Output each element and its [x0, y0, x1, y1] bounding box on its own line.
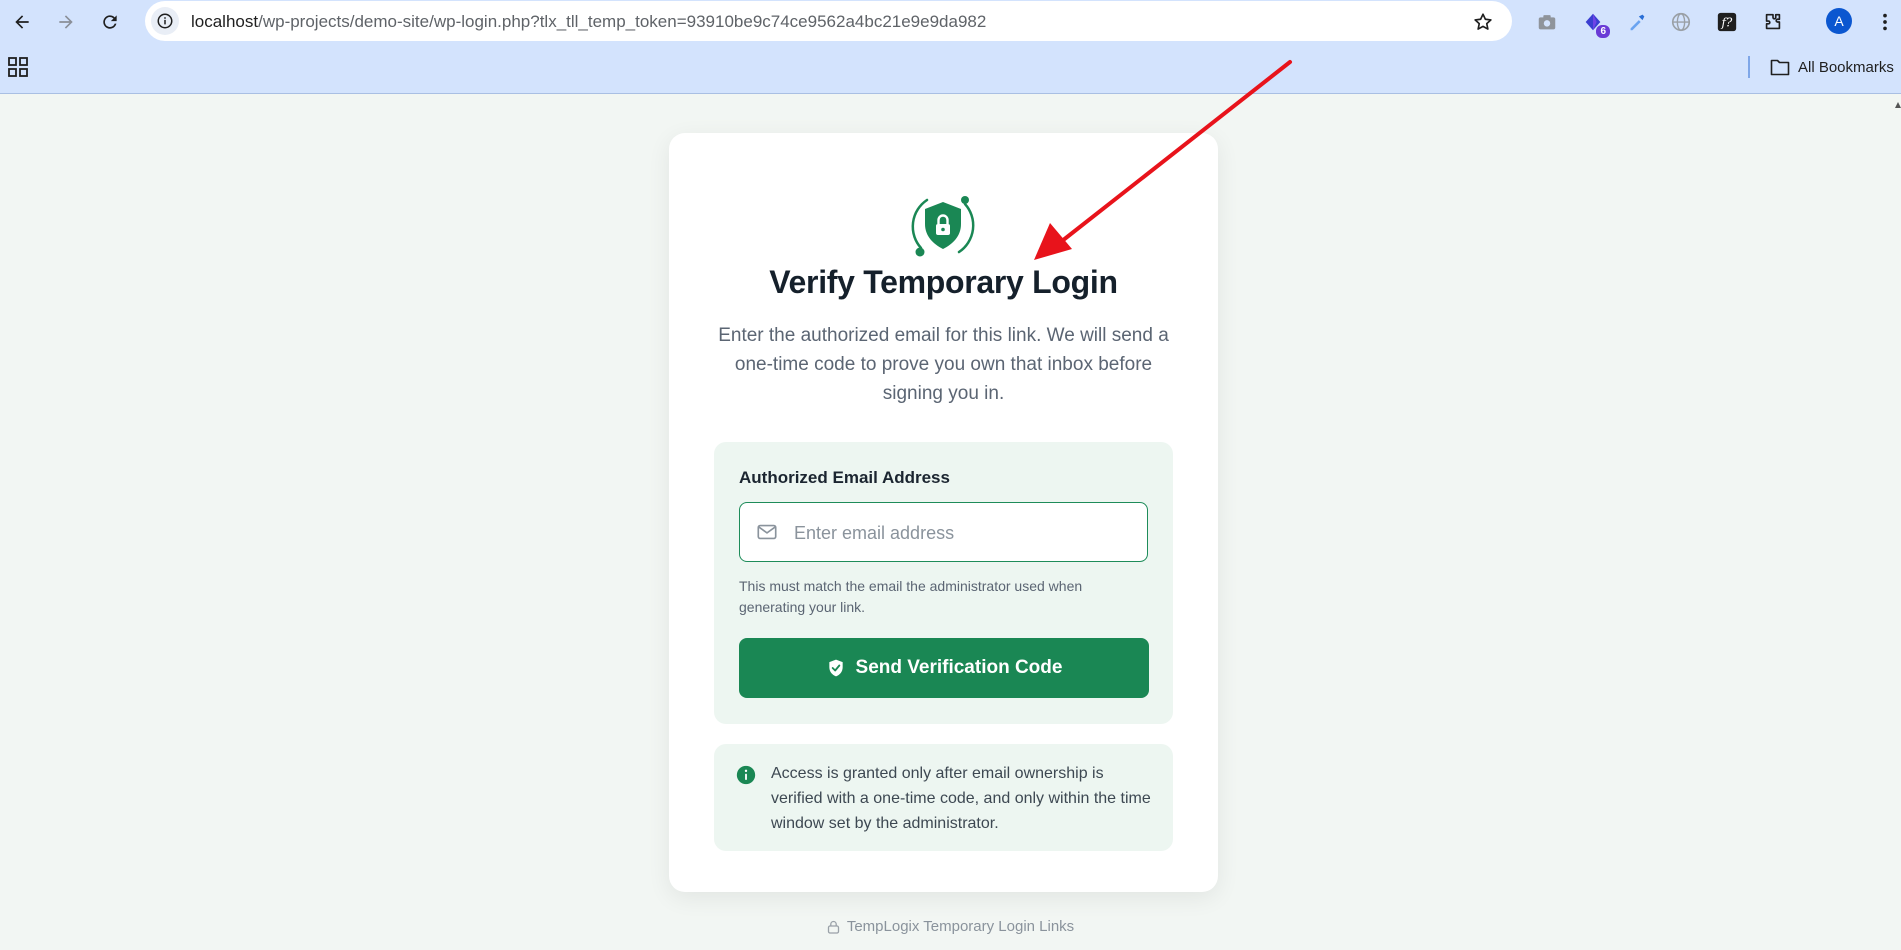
all-bookmarks-button[interactable]: All Bookmarks: [1770, 56, 1894, 78]
address-bar[interactable]: localhost/wp-projects/demo-site/wp-login…: [145, 1, 1512, 41]
url-path: /wp-projects/demo-site/wp-login.php?tlx_…: [258, 12, 987, 31]
annotation-arrow: [1034, 60, 1292, 260]
browser-chrome: localhost/wp-projects/demo-site/wp-login…: [0, 0, 1901, 94]
forward-button[interactable]: [52, 8, 80, 36]
email-hint: This must match the email the administra…: [739, 578, 1083, 615]
shield-check-icon: [828, 659, 843, 677]
mail-icon: [757, 524, 777, 540]
email-field-label: Authorized Email Address: [739, 468, 950, 487]
scrollbar-arrow-icon[interactable]: [1895, 100, 1901, 108]
page-subtitle: Enter the authorized email for this link…: [718, 325, 1169, 404]
email-input[interactable]: [792, 515, 1136, 551]
font-icon: f?: [1717, 12, 1737, 32]
back-button[interactable]: [8, 8, 36, 36]
puzzle-icon: [1765, 13, 1781, 30]
apps-grid-icon[interactable]: [8, 57, 28, 77]
all-bookmarks-label: All Bookmarks: [1798, 58, 1894, 76]
bookmarks-separator: [1748, 56, 1750, 78]
access-info-text: Access is granted only after email owner…: [771, 765, 1151, 832]
site-info-button[interactable]: [151, 7, 179, 35]
font-extension-button[interactable]: f?: [1714, 9, 1740, 35]
arrow-left-icon: [15, 15, 29, 29]
footer-text: TempLogix Temporary Login Links: [846, 918, 1075, 935]
lock-icon: [827, 920, 839, 934]
reload-icon: [103, 15, 117, 29]
profile-avatar[interactable]: A: [1826, 8, 1852, 34]
info-icon: [157, 13, 173, 29]
eyedropper-extension-button[interactable]: [1624, 9, 1650, 35]
globe-extension-button[interactable]: [1668, 9, 1694, 35]
kebab-menu-icon: [1883, 13, 1887, 31]
shield-lock-icon: [911, 196, 975, 257]
send-button-label: Send Verification Code: [855, 657, 1063, 678]
page-footer: TempLogix Temporary Login Links: [0, 918, 1901, 935]
menu-button[interactable]: [1872, 9, 1898, 35]
camera-icon: [1538, 15, 1556, 30]
email-form: Authorized Email Address This must match…: [714, 442, 1173, 724]
url-host: localhost: [191, 12, 259, 31]
info-circle-icon: [736, 765, 756, 785]
arrow-right-icon: [59, 15, 73, 29]
email-input-wrapper[interactable]: [739, 502, 1148, 562]
url-text[interactable]: localhost/wp-projects/demo-site/wp-login…: [191, 12, 986, 32]
camera-extension-button[interactable]: [1534, 9, 1560, 35]
access-info-box: Access is granted only after email owner…: [714, 744, 1173, 851]
bookmark-star-icon[interactable]: [1472, 11, 1494, 33]
extension-badge: 6: [1596, 25, 1610, 38]
extensions-button[interactable]: [1760, 9, 1786, 35]
eyedropper-icon: [1630, 14, 1645, 31]
svg-text:f?: f?: [1721, 16, 1733, 30]
folder-icon: [1770, 59, 1790, 76]
reload-button[interactable]: [96, 8, 124, 36]
diamond-extension-button[interactable]: 6: [1580, 9, 1610, 38]
page-title: Verify Temporary Login: [769, 264, 1118, 300]
send-verification-code-button[interactable]: Send Verification Code: [739, 638, 1149, 698]
globe-icon: [1671, 12, 1691, 32]
